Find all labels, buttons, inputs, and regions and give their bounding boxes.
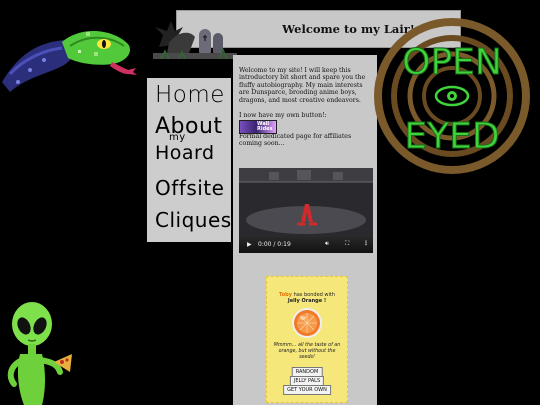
play-icon[interactable]: ▶ [247,241,252,248]
pet-get-your-own-button[interactable]: GET YOUR OWN [283,385,331,395]
jelly-orange-image [292,308,322,338]
nav-menu: Home About my Hoard Offsite Cliques [147,78,231,242]
logo-line-1: OPEN [402,42,502,83]
nav-hoard-prefix: my [169,132,186,143]
alien-image [7,302,72,405]
affiliates-text: Formal dedicated page for affiliates com… [239,133,352,148]
main-content: Welcome to my site! I will keep this int… [233,55,377,405]
site-button-text: Wall Rides [257,121,273,132]
nav-link-hoard[interactable]: my Hoard [155,132,215,164]
volume-icon[interactable]: 🔊︎ [325,240,329,248]
button-caption: I now have my own button!: [239,112,327,119]
dragon-tombstone-graphic [153,21,237,60]
video-player[interactable]: ▶ 0:00 / 0:19 🔊︎ ⛶ ⋮ [239,168,373,253]
video-time: 0:00 / 0:19 [258,241,291,248]
video-controls: ▶ 0:00 / 0:19 🔊︎ ⛶ ⋮ [239,236,373,253]
pet-name: Jelly Orange ! [287,298,327,304]
pet-quote: Mmmm... all the taste of an orange, but … [273,343,341,360]
more-options-icon[interactable]: ⋮ [363,240,369,247]
pet-widget: Toby has bonded with Jelly Orange ! Mmmm… [266,276,348,403]
site-button[interactable]: Wall Rides [239,120,277,134]
nav-link-offsite[interactable]: Offsite [155,176,224,200]
nav-link-about[interactable]: About [155,114,223,139]
open-eyed-logo: OPEN EYED [374,18,530,174]
logo-line-2: EYED [404,116,499,157]
snake-image [2,30,137,92]
intro-text: Welcome to my site! I will keep this int… [239,67,366,104]
fullscreen-icon[interactable]: ⛶ [345,240,349,248]
nav-hoard-label: Hoard [155,142,215,164]
nav-link-cliques[interactable]: Cliques [155,208,232,232]
nav-link-home[interactable]: Home [155,82,225,108]
video-frame [239,168,373,236]
